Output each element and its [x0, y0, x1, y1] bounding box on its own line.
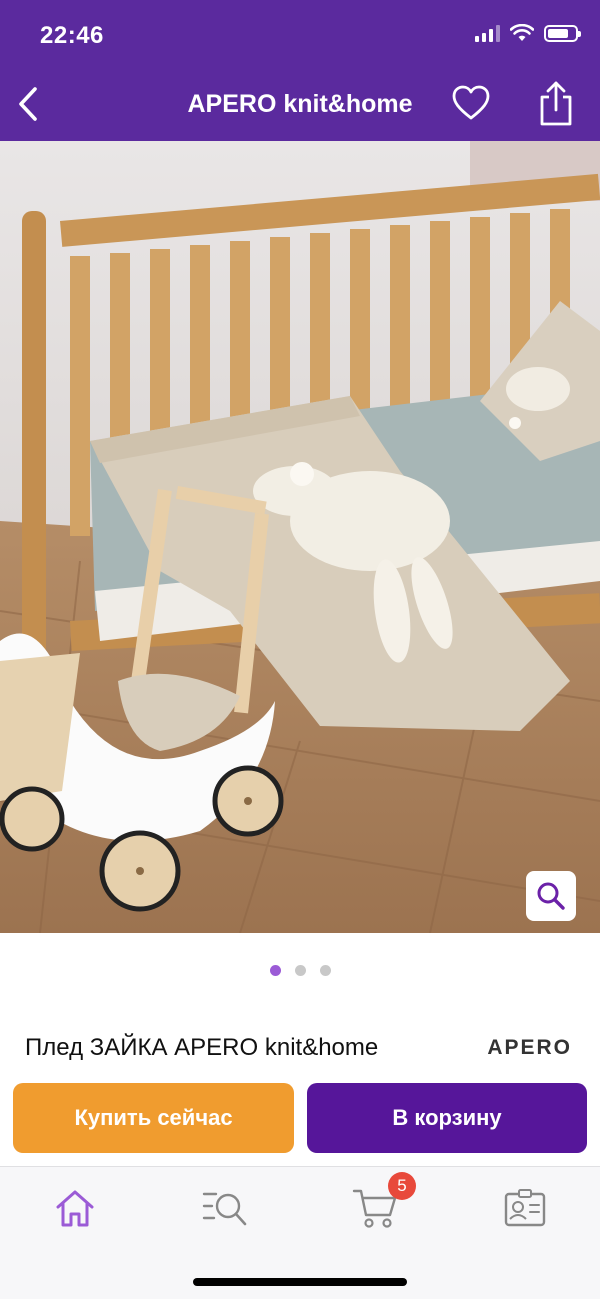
- home-icon: [56, 1190, 94, 1227]
- nav-bar: APERO knit&home: [0, 70, 600, 141]
- brand-logo[interactable]: APERO: [487, 1036, 572, 1060]
- status-icons: [475, 24, 581, 42]
- add-to-cart-button[interactable]: В корзину: [307, 1083, 587, 1153]
- page-title: APERO knit&home: [187, 90, 413, 118]
- share-button[interactable]: [535, 80, 577, 126]
- tab-home[interactable]: [50, 1183, 100, 1233]
- battery-icon: [544, 24, 581, 42]
- magnifier-icon: [537, 882, 565, 910]
- tab-catalog-search[interactable]: [200, 1183, 250, 1233]
- pagination-dot-1[interactable]: [269, 965, 281, 976]
- search-list-icon: [202, 1192, 247, 1226]
- buy-now-button[interactable]: Купить сейчас: [13, 1083, 294, 1153]
- home-indicator[interactable]: [193, 1278, 407, 1286]
- profile-card-icon: [504, 1189, 546, 1227]
- cart-badge: 5: [388, 1172, 416, 1200]
- signal-icon: [475, 24, 500, 42]
- product-image-gallery[interactable]: [0, 141, 600, 933]
- share-icon: [540, 81, 572, 126]
- product-photo: [0, 141, 600, 933]
- tab-profile[interactable]: [500, 1183, 550, 1233]
- zoom-button[interactable]: [526, 871, 576, 921]
- status-bar: 22:46: [0, 0, 600, 70]
- pagination-dot-2[interactable]: [294, 965, 306, 976]
- product-title: Плед ЗАЙКА APERO knit&home: [25, 1034, 379, 1061]
- pagination-dot-3[interactable]: [319, 965, 331, 976]
- favorite-button[interactable]: [452, 85, 492, 125]
- heart-icon: [452, 85, 490, 120]
- wifi-icon: [510, 24, 534, 41]
- gallery-pagination: [0, 965, 600, 976]
- status-time: 22:46: [40, 22, 104, 49]
- app-header: 22:46 APERO knit&home: [0, 0, 600, 141]
